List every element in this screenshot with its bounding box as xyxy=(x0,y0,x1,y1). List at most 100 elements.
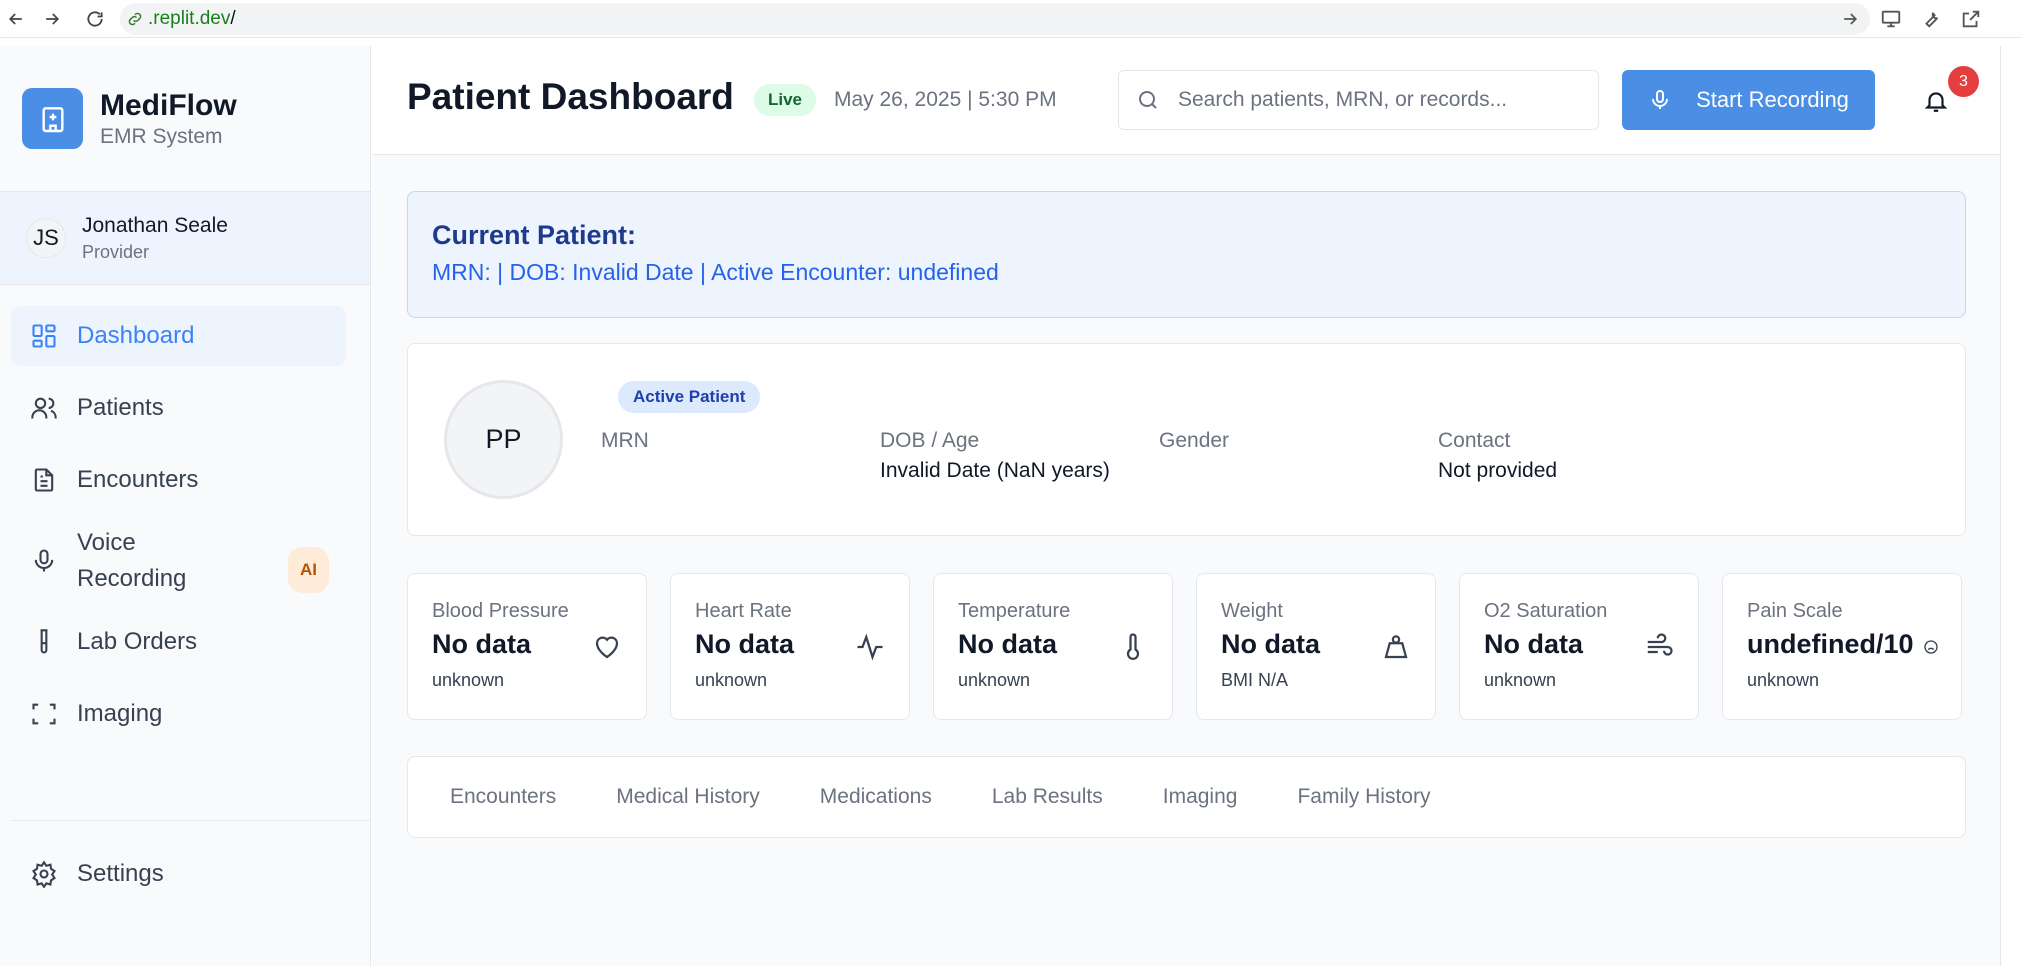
vital-value: undefined/10 xyxy=(1747,629,1914,659)
reload-icon[interactable] xyxy=(79,3,111,35)
forward-icon[interactable] xyxy=(36,3,68,35)
datetime: May 26, 2025 | 5:30 PM xyxy=(834,88,1057,111)
vital-sub: unknown xyxy=(695,670,768,690)
back-icon[interactable] xyxy=(0,3,32,35)
status-badge: Active Patient xyxy=(618,381,761,413)
url-bar[interactable]: .replit.dev / xyxy=(120,3,1870,35)
go-icon[interactable] xyxy=(1840,9,1860,29)
scan-icon xyxy=(30,700,58,728)
dashboard-icon xyxy=(30,322,58,350)
vital-label: O2 Saturation xyxy=(1484,600,1608,622)
vital-label: Temperature xyxy=(958,600,1071,622)
vital-card-temperature[interactable]: Temperature No data unknown xyxy=(933,573,1173,720)
search-box[interactable] xyxy=(1118,70,1599,130)
link-icon xyxy=(128,12,142,26)
sidebar: MediFlow EMR System JS Jonathan Seale Pr… xyxy=(0,46,371,966)
sidebar-item-label: Patients xyxy=(77,394,164,421)
tab-family-history[interactable]: Family History xyxy=(1297,785,1430,809)
wrench-icon[interactable] xyxy=(1918,6,1944,32)
patient-field-dob: DOB / Age Invalid Date (NaN years) xyxy=(880,429,1110,483)
url-domain: .replit.dev xyxy=(148,8,231,29)
search-input[interactable] xyxy=(1178,88,1578,112)
field-label: MRN xyxy=(601,429,649,452)
external-link-icon[interactable] xyxy=(1958,6,1984,32)
live-badge: Live xyxy=(754,84,817,116)
sidebar-item-encounters[interactable]: Encounters xyxy=(11,450,346,510)
brand-subtitle: EMR System xyxy=(100,124,223,148)
gear-icon xyxy=(30,860,58,888)
tab-lab-results[interactable]: Lab Results xyxy=(992,785,1103,809)
pulse-icon xyxy=(857,633,883,661)
sidebar-item-label: Voice Recording xyxy=(77,529,187,592)
patient-tabs: Encounters Medical History Medications L… xyxy=(407,756,1966,838)
vital-card-weight[interactable]: Weight No data BMI N/A xyxy=(1196,573,1436,720)
field-value: Invalid Date (NaN years) xyxy=(880,459,1110,482)
main-content: Patient Dashboard Live May 26, 2025 | 5:… xyxy=(372,46,2000,966)
start-recording-button[interactable]: Start Recording xyxy=(1622,70,1875,130)
heart-icon xyxy=(595,636,619,659)
vital-label: Blood Pressure xyxy=(432,600,569,622)
weight-icon xyxy=(1384,635,1408,659)
sidebar-item-label: Dashboard xyxy=(77,322,195,349)
avatar: JS xyxy=(26,218,66,258)
page-title: Patient Dashboard xyxy=(407,76,734,117)
vital-card-pain-scale[interactable]: Pain Scale undefined/10 unknown xyxy=(1722,573,1962,720)
vitals-row: Blood Pressure No data unknown Heart Rat… xyxy=(407,573,1967,720)
sidebar-item-settings[interactable]: Settings xyxy=(11,844,346,904)
user-name: Jonathan Seale xyxy=(82,213,228,237)
face-icon xyxy=(1924,640,1938,654)
sidebar-item-imaging[interactable]: Imaging xyxy=(11,684,346,744)
user-profile[interactable]: JS Jonathan Seale Provider xyxy=(0,191,370,285)
current-patient-title: Current Patient: xyxy=(432,220,637,250)
vital-card-blood-pressure[interactable]: Blood Pressure No data unknown xyxy=(407,573,647,720)
users-icon xyxy=(30,394,58,422)
sidebar-item-label: Lab Orders xyxy=(77,628,198,655)
bell-icon[interactable] xyxy=(1923,88,1949,114)
nav-divider xyxy=(11,820,371,821)
search-icon xyxy=(1139,91,1157,109)
ai-badge: AI xyxy=(288,547,329,593)
brand-name: MediFlow xyxy=(100,88,237,122)
vital-sub: unknown xyxy=(1747,670,1820,690)
url-path: / xyxy=(230,8,236,29)
brand[interactable]: MediFlow EMR System xyxy=(22,88,237,149)
microphone-icon xyxy=(30,547,58,575)
patient-field-gender: Gender xyxy=(1159,429,1229,459)
desktop-icon[interactable] xyxy=(1878,6,1904,32)
field-label: Gender xyxy=(1159,429,1230,452)
patient-field-contact: Contact Not provided xyxy=(1438,429,1557,483)
field-label: DOB / Age xyxy=(880,429,980,452)
test-tube-icon xyxy=(30,628,58,656)
tab-medical-history[interactable]: Medical History xyxy=(616,785,760,809)
sidebar-item-label: Imaging xyxy=(77,700,163,727)
sidebar-nav: Dashboard Patients Encounters Voice Reco… xyxy=(11,306,346,756)
vital-label: Weight xyxy=(1221,600,1283,622)
field-label: Contact xyxy=(1438,429,1511,452)
patient-card: PP Active Patient MRN DOB / Age Invalid … xyxy=(407,343,1966,536)
sidebar-item-dashboard[interactable]: Dashboard xyxy=(11,306,346,366)
tab-encounters[interactable]: Encounters xyxy=(450,785,556,809)
vital-sub: unknown xyxy=(958,670,1031,690)
browser-toolbar: .replit.dev / xyxy=(0,0,2022,38)
wind-icon xyxy=(1647,633,1673,656)
sidebar-item-voice-recording[interactable]: Voice Recording AI xyxy=(11,522,346,600)
sidebar-item-label: Encounters xyxy=(77,466,199,493)
current-patient-details: MRN: | DOB: Invalid Date | Active Encoun… xyxy=(432,259,999,285)
field-value: Not provided xyxy=(1438,459,1558,482)
tab-medications[interactable]: Medications xyxy=(820,785,932,809)
vital-label: Heart Rate xyxy=(695,600,792,622)
vital-label: Pain Scale xyxy=(1747,600,1843,622)
microphone-icon xyxy=(1652,90,1669,109)
sidebar-item-patients[interactable]: Patients xyxy=(11,378,346,438)
start-recording-label: Start Recording xyxy=(1696,87,1849,112)
vital-card-heart-rate[interactable]: Heart Rate No data unknown xyxy=(670,573,910,720)
user-role: Provider xyxy=(82,241,150,262)
sidebar-item-label: Settings xyxy=(77,860,164,887)
notification-count: 3 xyxy=(1948,66,1979,97)
sidebar-item-lab-orders[interactable]: Lab Orders xyxy=(11,612,346,672)
top-bar: Patient Dashboard Live May 26, 2025 | 5:… xyxy=(372,46,2000,155)
patient-avatar: PP xyxy=(444,380,563,499)
tab-imaging[interactable]: Imaging xyxy=(1163,785,1238,809)
vital-card-o2-saturation[interactable]: O2 Saturation No data unknown xyxy=(1459,573,1699,720)
current-patient-banner: Current Patient: MRN: | DOB: Invalid Dat… xyxy=(407,191,1966,318)
